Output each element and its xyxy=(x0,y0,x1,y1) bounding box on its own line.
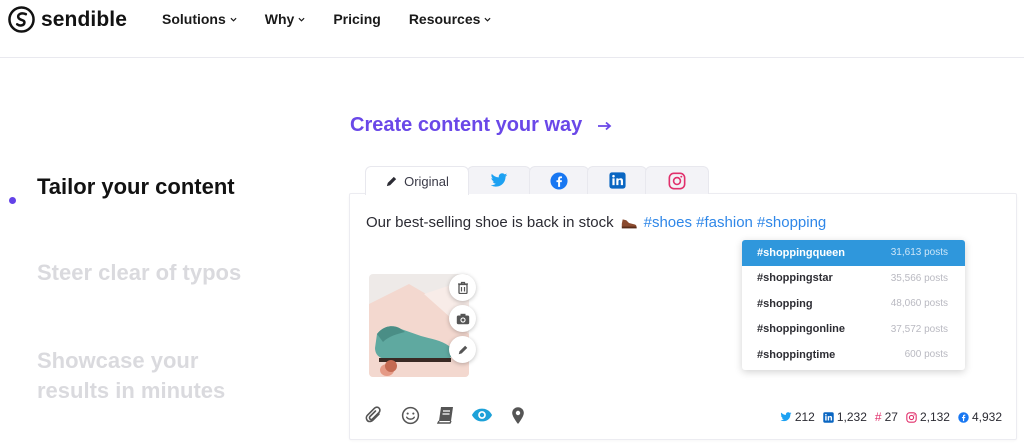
nav-label: Resources xyxy=(408,11,481,27)
pencil-icon xyxy=(458,345,467,354)
tab-linkedin[interactable] xyxy=(587,166,647,194)
preview-eye-icon xyxy=(471,408,493,422)
facebook-icon xyxy=(958,411,969,423)
post-hashtags: #shoes #fashion #shopping xyxy=(643,214,827,231)
camera-icon xyxy=(456,313,469,324)
suggestion-tag: #shoppingstar xyxy=(757,272,833,285)
post-body-text: Our best-selling shoe is back in stock xyxy=(366,214,614,231)
count-value: 1,232 xyxy=(836,410,867,424)
arrow-right-icon xyxy=(598,121,612,130)
nav-label: Why xyxy=(264,11,295,27)
location-button[interactable] xyxy=(507,404,529,426)
count-value: 27 xyxy=(884,410,898,424)
instagram-icon xyxy=(906,411,917,423)
twitter-icon xyxy=(780,412,792,422)
sendible-logo[interactable]: sendible xyxy=(8,6,127,33)
twitter-count: 212 xyxy=(780,410,815,424)
character-counts: 212 1,232 # 27 2,132 4,932 xyxy=(780,410,1002,424)
shoe-emoji-icon xyxy=(621,218,637,228)
preview-button[interactable] xyxy=(471,404,493,426)
composer-toolbar xyxy=(363,404,529,426)
twitter-icon xyxy=(490,173,508,187)
linkedin-icon xyxy=(608,172,626,189)
count-value: 4,932 xyxy=(971,410,1002,424)
hashtag-icon: # xyxy=(874,410,882,424)
linkedin-count: 1,232 xyxy=(823,410,867,424)
suggestion-tag: #shoppingqueen xyxy=(757,246,845,259)
nav-resources[interactable]: Resources xyxy=(409,11,492,27)
top-navigation: sendible Solutions Why Pricing Resources xyxy=(0,0,1024,58)
instagram-count: 2,132 xyxy=(906,410,950,424)
chevron-down-icon xyxy=(298,17,305,22)
suggestion-item[interactable]: #shoppingtime 600 posts xyxy=(742,342,965,368)
nav-why[interactable]: Why xyxy=(265,11,306,27)
linkedin-icon xyxy=(823,411,834,423)
delete-image-button[interactable] xyxy=(449,274,476,301)
replace-image-button[interactable] xyxy=(449,305,476,332)
pencil-icon xyxy=(386,176,397,186)
trash-icon xyxy=(457,281,468,294)
attach-button[interactable] xyxy=(363,404,385,426)
headline-text: Create content your way xyxy=(350,114,583,136)
count-value: 2,132 xyxy=(919,410,950,424)
count-value: 212 xyxy=(794,410,815,424)
location-icon xyxy=(512,406,524,424)
suggestion-item[interactable]: #shoppingonline 37,572 posts xyxy=(742,317,965,343)
post-editor[interactable]: Our best-selling shoe is back in stock #… xyxy=(366,214,826,231)
tab-instagram[interactable] xyxy=(645,166,709,194)
tab-label: Original xyxy=(404,173,449,189)
suggestion-count: 37,572 posts xyxy=(890,323,948,335)
tab-original[interactable]: Original xyxy=(365,166,469,195)
nav-label: Solutions xyxy=(162,11,226,27)
suggestion-item[interactable]: #shopping 48,060 posts xyxy=(742,291,965,317)
suggestion-count: 31,613 posts xyxy=(890,247,948,259)
suggestion-tag: #shoppingonline xyxy=(757,323,845,336)
nav-solutions[interactable]: Solutions xyxy=(162,11,237,27)
facebook-count: 4,932 xyxy=(958,410,1002,424)
suggestion-count: 48,060 posts xyxy=(890,298,948,310)
chevron-down-icon xyxy=(484,17,491,22)
suggestion-count: 35,566 posts xyxy=(890,272,948,284)
content-library-button[interactable] xyxy=(435,404,457,426)
tab-twitter[interactable] xyxy=(467,166,531,194)
emoji-icon xyxy=(401,406,419,424)
facebook-icon xyxy=(550,171,568,190)
instagram-icon xyxy=(668,172,686,189)
hashtag-suggestions: #shoppingqueen 31,613 posts #shoppingsta… xyxy=(742,240,965,370)
brand-name: sendible xyxy=(41,7,127,31)
active-feature-dot xyxy=(9,197,16,204)
suggestion-count: 600 posts xyxy=(904,349,948,361)
library-icon xyxy=(436,407,453,424)
nav-label: Pricing xyxy=(333,11,381,27)
chevron-down-icon xyxy=(230,17,237,22)
edit-image-button[interactable] xyxy=(449,336,476,363)
create-content-link[interactable]: Create content your way xyxy=(350,114,612,137)
hashtag-count: # 27 xyxy=(875,410,898,424)
feature-steer-clear-typos[interactable]: Steer clear of typos xyxy=(37,258,257,288)
suggestion-item[interactable]: #shoppingqueen 31,613 posts xyxy=(742,240,965,266)
nav-pricing[interactable]: Pricing xyxy=(333,11,380,27)
attach-icon xyxy=(365,406,381,423)
suggestion-item[interactable]: #shoppingstar 35,566 posts xyxy=(742,266,965,292)
sendible-logo-icon xyxy=(8,6,35,33)
suggestion-tag: #shoppingtime xyxy=(757,348,836,361)
suggestion-tag: #shopping xyxy=(757,297,813,310)
feature-showcase-results[interactable]: Showcase your results in minutes xyxy=(37,346,257,406)
feature-tailor-content[interactable]: Tailor your content xyxy=(37,172,257,202)
emoji-button[interactable] xyxy=(399,404,421,426)
tab-facebook[interactable] xyxy=(529,166,589,194)
